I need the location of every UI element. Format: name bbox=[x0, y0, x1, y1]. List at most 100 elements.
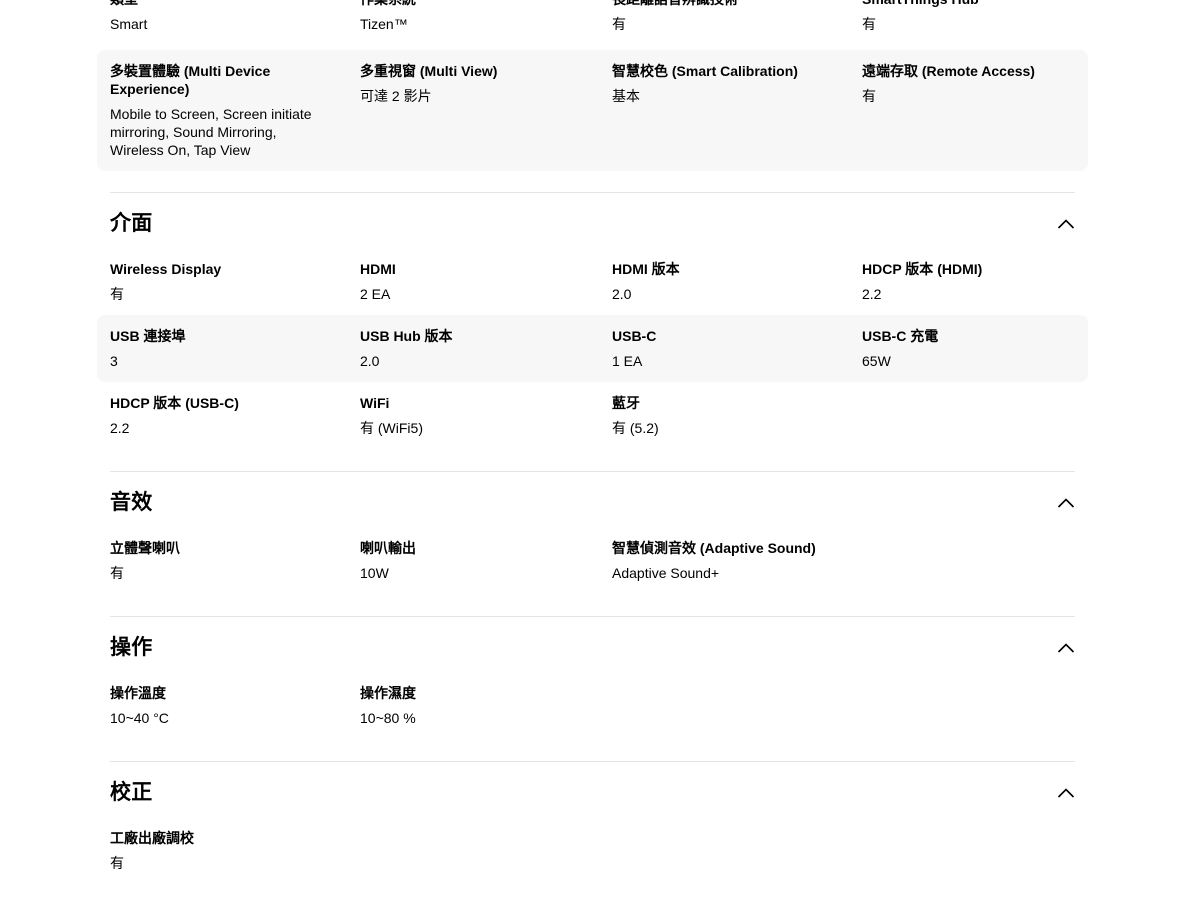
spec-value: Tizen™ bbox=[360, 15, 582, 33]
spec-value: 2.2 bbox=[110, 419, 330, 437]
spec-cell: HDMI 2 EA bbox=[360, 260, 612, 303]
section-header-operation[interactable]: 操作 bbox=[110, 633, 1075, 662]
spec-value: 有 bbox=[110, 564, 330, 582]
spec-label: 遠端存取 (Remote Access) bbox=[862, 62, 1045, 80]
spec-value: 有 (WiFi5) bbox=[360, 419, 582, 437]
section-title: 操作 bbox=[110, 633, 152, 662]
section-header-calibration[interactable]: 校正 bbox=[110, 778, 1075, 807]
spec-cell: 智慧偵測音效 (Adaptive Sound) Adaptive Sound+ bbox=[612, 539, 862, 582]
spec-label: USB-C bbox=[612, 327, 832, 345]
spec-label: USB 連接埠 bbox=[110, 327, 330, 345]
spec-value: 有 bbox=[612, 15, 832, 33]
spec-value: 10~80 % bbox=[360, 709, 582, 727]
spec-cell: USB-C 1 EA bbox=[612, 327, 862, 370]
spec-value: 有 bbox=[862, 87, 1045, 105]
spec-label: USB-C 充電 bbox=[862, 327, 1045, 345]
spec-value: Mobile to Screen, Screen initiate mirror… bbox=[110, 105, 330, 159]
spec-value: 2.0 bbox=[360, 352, 582, 370]
spec-cell: 作業系統 Tizen™ bbox=[360, 0, 612, 33]
spec-row-highlighted: 多裝置體驗 (Multi Device Experience) Mobile t… bbox=[97, 50, 1088, 171]
spec-cell: USB-C 充電 65W bbox=[862, 327, 1075, 370]
spec-label: 作業系統 bbox=[360, 0, 582, 8]
spec-cell: HDMI 版本 2.0 bbox=[612, 260, 862, 303]
spec-row: HDCP 版本 (USB-C) 2.2 WiFi 有 (WiFi5) 藍牙 有 … bbox=[97, 382, 1088, 449]
section-calibration: 校正 工廠出廠調校 有 bbox=[110, 761, 1075, 906]
spec-row: 工廠出廠調校 有 bbox=[97, 817, 1088, 884]
spec-value: 有 bbox=[110, 285, 330, 303]
spec-value: 有 bbox=[862, 15, 1045, 33]
spec-cell: SmartThings Hub 有 bbox=[862, 0, 1075, 33]
spec-value: 3 bbox=[110, 352, 330, 370]
spec-value: 有 (5.2) bbox=[612, 419, 832, 437]
spec-value: 2.2 bbox=[862, 285, 1045, 303]
spec-cell: 藍牙 有 (5.2) bbox=[612, 394, 862, 437]
spec-label: USB Hub 版本 bbox=[360, 327, 582, 345]
spec-value: Adaptive Sound+ bbox=[612, 564, 832, 582]
spec-row: 操作溫度 10~40 °C 操作濕度 10~80 % bbox=[97, 672, 1088, 739]
spec-cell: 遠端存取 (Remote Access) 有 bbox=[862, 62, 1075, 159]
spec-label: HDMI 版本 bbox=[612, 260, 832, 278]
section-operation: 操作 操作溫度 10~40 °C 操作濕度 10~80 % bbox=[110, 616, 1075, 761]
spec-value: 2 EA bbox=[360, 285, 582, 303]
spec-value: 10W bbox=[360, 564, 582, 582]
spec-cell: 喇叭輸出 10W bbox=[360, 539, 612, 582]
chevron-up-icon[interactable] bbox=[1057, 642, 1075, 654]
spec-page: 類型 Smart 作業系統 Tizen™ 長距離語音辨識技術 有 SmartTh… bbox=[0, 0, 1200, 906]
section-smart-service: 類型 Smart 作業系統 Tizen™ 長距離語音辨識技術 有 SmartTh… bbox=[110, 0, 1075, 192]
spec-row: 類型 Smart 作業系統 Tizen™ 長距離語音辨識技術 有 SmartTh… bbox=[97, 0, 1088, 45]
spec-cell: 立體聲喇叭 有 bbox=[110, 539, 360, 582]
spec-label: SmartThings Hub bbox=[862, 0, 1045, 8]
spec-label: 類型 bbox=[110, 0, 330, 8]
spec-cell: 類型 Smart bbox=[110, 0, 360, 33]
spec-label: WiFi bbox=[360, 394, 582, 412]
spec-value: 1 EA bbox=[612, 352, 832, 370]
spec-cell: Wireless Display 有 bbox=[110, 260, 360, 303]
spec-cell: USB Hub 版本 2.0 bbox=[360, 327, 612, 370]
spec-label: Wireless Display bbox=[110, 260, 330, 278]
spec-value: 可達 2 影片 bbox=[360, 87, 582, 105]
chevron-up-icon[interactable] bbox=[1057, 787, 1075, 799]
spec-row-highlighted: USB 連接埠 3 USB Hub 版本 2.0 USB-C 1 EA USB-… bbox=[97, 315, 1088, 382]
spec-cell: HDCP 版本 (USB-C) 2.2 bbox=[110, 394, 360, 437]
spec-value: 基本 bbox=[612, 87, 832, 105]
spec-cell: 操作溫度 10~40 °C bbox=[110, 684, 360, 727]
spec-cell: WiFi 有 (WiFi5) bbox=[360, 394, 612, 437]
spec-cell: 智慧校色 (Smart Calibration) 基本 bbox=[612, 62, 862, 159]
section-title: 音效 bbox=[110, 488, 152, 517]
spec-label: 多裝置體驗 (Multi Device Experience) bbox=[110, 62, 330, 98]
spec-label: 藍牙 bbox=[612, 394, 832, 412]
spec-label: 工廠出廠調校 bbox=[110, 829, 330, 847]
chevron-up-icon[interactable] bbox=[1057, 497, 1075, 509]
spec-cell: HDCP 版本 (HDMI) 2.2 bbox=[862, 260, 1075, 303]
spec-label: 操作溫度 bbox=[110, 684, 330, 702]
spec-label: 喇叭輸出 bbox=[360, 539, 582, 557]
section-interface: 介面 Wireless Display 有 HDMI 2 EA HDMI 版本 … bbox=[110, 192, 1075, 471]
spec-content: 類型 Smart 作業系統 Tizen™ 長距離語音辨識技術 有 SmartTh… bbox=[110, 0, 1075, 906]
spec-cell: 多重視窗 (Multi View) 可達 2 影片 bbox=[360, 62, 612, 159]
spec-row: 立體聲喇叭 有 喇叭輸出 10W 智慧偵測音效 (Adaptive Sound)… bbox=[97, 527, 1088, 594]
section-audio: 音效 立體聲喇叭 有 喇叭輸出 10W 智慧偵測音效 (Adaptive Sou… bbox=[110, 471, 1075, 616]
spec-label: 立體聲喇叭 bbox=[110, 539, 330, 557]
spec-value: 65W bbox=[862, 352, 1045, 370]
spec-value: 2.0 bbox=[612, 285, 832, 303]
spec-value: 有 bbox=[110, 854, 330, 872]
spec-cell: 長距離語音辨識技術 有 bbox=[612, 0, 862, 33]
spec-label: 長距離語音辨識技術 bbox=[612, 0, 832, 8]
section-header-interface[interactable]: 介面 bbox=[110, 209, 1075, 238]
chevron-up-icon[interactable] bbox=[1057, 218, 1075, 230]
spec-label: 智慧校色 (Smart Calibration) bbox=[612, 62, 832, 80]
spec-label: HDCP 版本 (HDMI) bbox=[862, 260, 1045, 278]
section-header-audio[interactable]: 音效 bbox=[110, 488, 1075, 517]
spec-label: HDMI bbox=[360, 260, 582, 278]
section-title: 介面 bbox=[110, 209, 152, 238]
spec-value: Smart bbox=[110, 15, 330, 33]
spec-cell: 多裝置體驗 (Multi Device Experience) Mobile t… bbox=[110, 62, 360, 159]
spec-label: 操作濕度 bbox=[360, 684, 582, 702]
spec-label: 多重視窗 (Multi View) bbox=[360, 62, 582, 80]
spec-cell: 工廠出廠調校 有 bbox=[110, 829, 360, 872]
spec-cell: USB 連接埠 3 bbox=[110, 327, 360, 370]
spec-label: 智慧偵測音效 (Adaptive Sound) bbox=[612, 539, 832, 557]
section-title: 校正 bbox=[110, 778, 152, 807]
spec-label: HDCP 版本 (USB-C) bbox=[110, 394, 330, 412]
spec-row: Wireless Display 有 HDMI 2 EA HDMI 版本 2.0… bbox=[97, 248, 1088, 315]
